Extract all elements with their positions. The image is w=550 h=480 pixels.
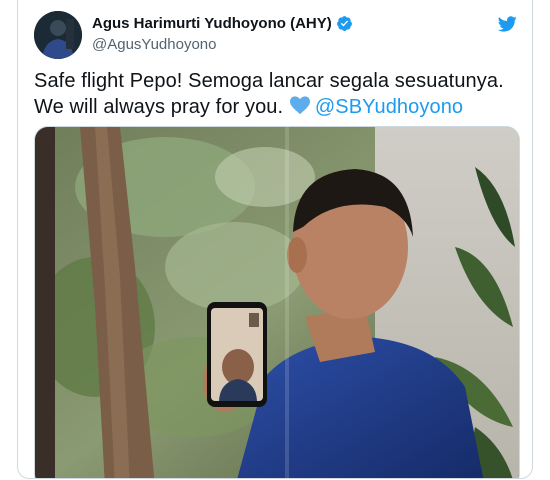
author-handle[interactable]: @AgusYudhoyono [92, 36, 217, 53]
author-avatar[interactable] [34, 11, 82, 59]
author-name-row: Agus Harimurti Yudhoyono (AHY) [92, 15, 353, 32]
verified-badge-icon [336, 15, 353, 32]
tweet-media-photo[interactable] [34, 126, 520, 478]
tweet-text: Safe flight Pepo! Semoga lancar segala s… [34, 68, 514, 122]
author-display-name[interactable]: Agus Harimurti Yudhoyono (AHY) [92, 15, 332, 32]
twitter-bird-icon[interactable] [496, 14, 518, 39]
blue-heart-icon [289, 95, 311, 122]
mention-link[interactable]: @SBYudhoyono [315, 96, 463, 118]
tweet-card[interactable]: Agus Harimurti Yudhoyono (AHY) @AgusYudh… [17, 0, 533, 479]
